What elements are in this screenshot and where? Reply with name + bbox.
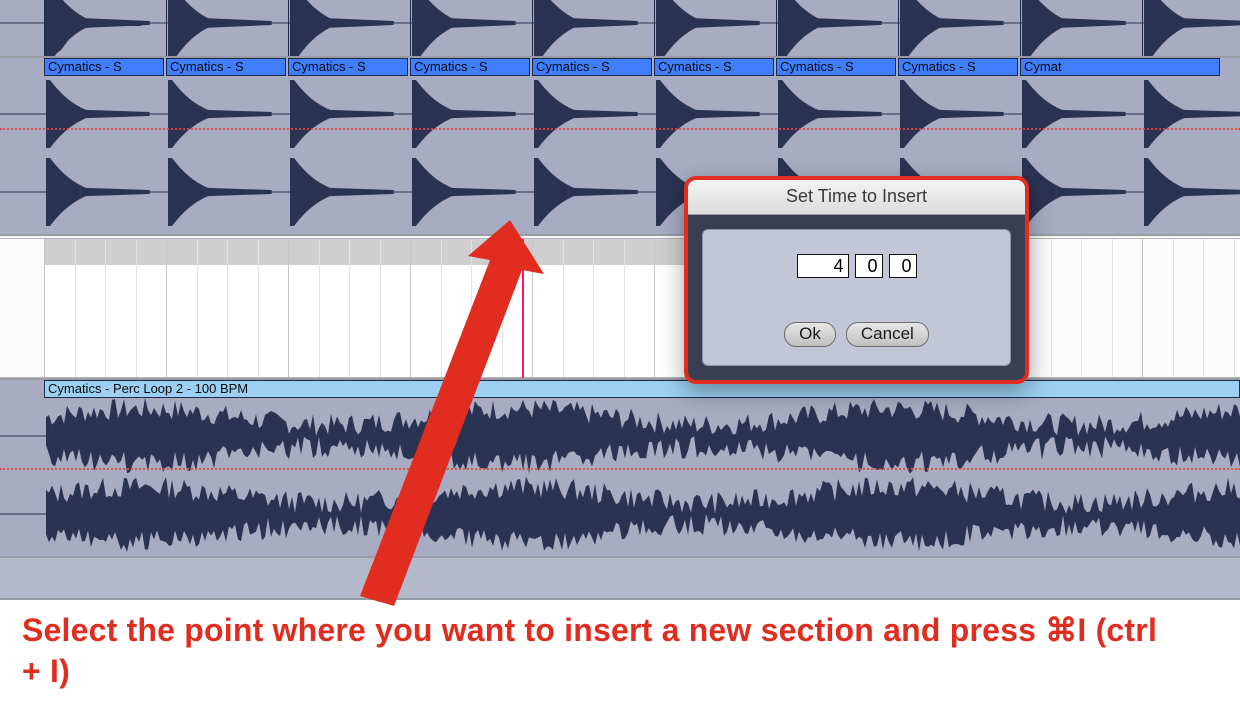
clip-header-segment[interactable]: Cymatics - S <box>532 58 652 76</box>
track-lane-3[interactable] <box>0 558 1240 598</box>
ok-button[interactable]: Ok <box>784 322 836 347</box>
ticks-input[interactable] <box>889 254 917 278</box>
track-lane-empty[interactable] <box>0 238 1240 378</box>
clip-headers-track1: Cymatics - SCymatics - SCymatics - SCyma… <box>0 58 1240 76</box>
cancel-button[interactable]: Cancel <box>846 322 929 347</box>
waveform-track0 <box>0 0 1240 56</box>
threshold-line-track1 <box>0 128 1240 130</box>
bars-input[interactable] <box>797 254 849 278</box>
waveform-track1-R <box>0 154 1240 230</box>
timeline-selection-body <box>44 265 684 377</box>
clip-header-segment[interactable]: Cymatics - S <box>654 58 774 76</box>
track-lane-0[interactable] <box>0 0 1240 56</box>
annotation-caption: Select the point where you want to inser… <box>22 610 1180 692</box>
waveform-track1-L <box>0 76 1240 152</box>
beats-input[interactable] <box>855 254 883 278</box>
waveform-track2-L <box>0 398 1240 474</box>
time-input-group <box>797 254 917 278</box>
waveform-track2-R <box>0 476 1240 552</box>
track-lane-1[interactable]: Cymatics - SCymatics - SCymatics - SCyma… <box>0 58 1240 234</box>
dialog-title: Set Time to Insert <box>688 180 1025 215</box>
clip-header-segment[interactable]: Cymatics - S <box>44 58 164 76</box>
clip-header-segment[interactable]: Cymat <box>1020 58 1220 76</box>
threshold-line-track2 <box>0 468 1240 470</box>
clip-header-percloop[interactable]: Cymatics - Perc Loop 2 - 100 BPM <box>44 380 1240 398</box>
clip-header-segment[interactable]: Cymatics - S <box>898 58 1018 76</box>
clip-header-segment[interactable]: Cymatics - S <box>288 58 408 76</box>
clip-header-segment[interactable]: Cymatics - S <box>776 58 896 76</box>
playhead-cursor[interactable] <box>522 239 524 379</box>
clip-header-segment[interactable]: Cymatics - S <box>410 58 530 76</box>
clip-label: Cymatics - Perc Loop 2 - 100 BPM <box>48 381 248 396</box>
timeline-selection <box>44 239 684 265</box>
set-time-dialog: Set Time to Insert Ok Cancel <box>684 176 1029 384</box>
clip-header-segment[interactable]: Cymatics - S <box>166 58 286 76</box>
